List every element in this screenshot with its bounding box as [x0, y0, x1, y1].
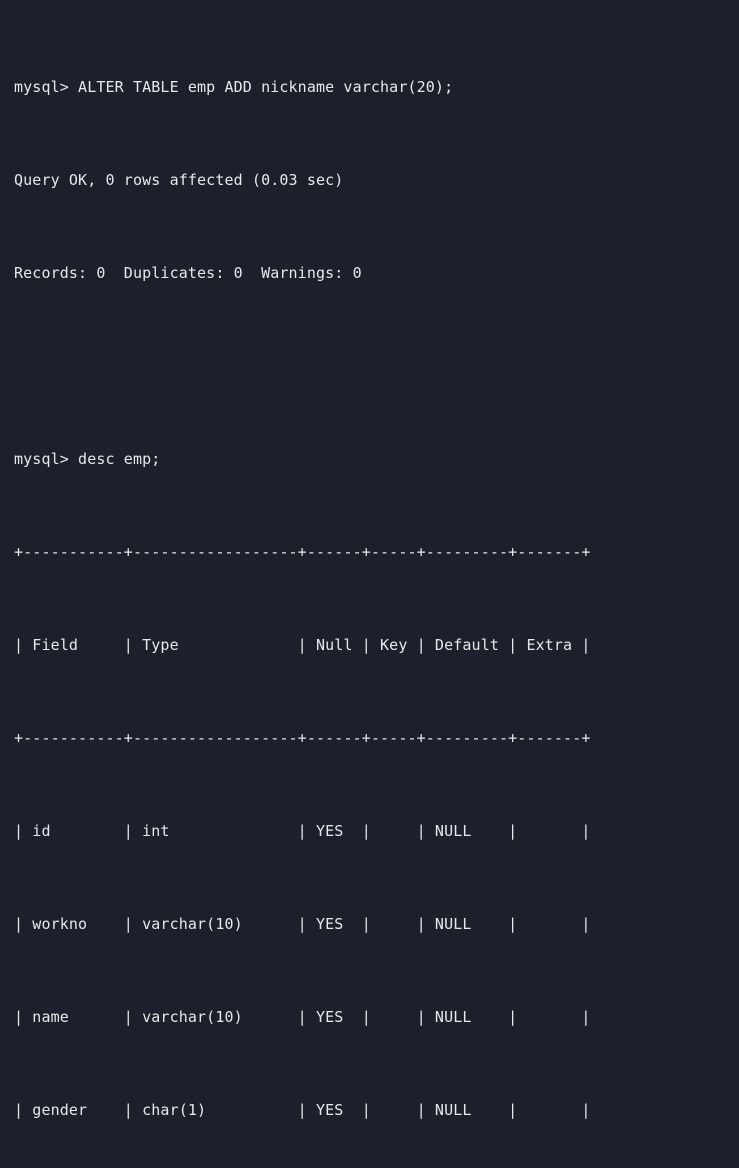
- terminal-line-query-ok: Query OK, 0 rows affected (0.03 sec): [14, 171, 344, 189]
- table-row: | id | int | YES | | NULL | |: [14, 822, 591, 840]
- table-border-header: +-----------+------------------+------+-…: [14, 729, 591, 747]
- terminal-line-desc-command: mysql> desc emp;: [14, 450, 161, 468]
- table-row: | gender | char(1) | YES | | NULL | |: [14, 1101, 591, 1119]
- terminal-output-pane[interactable]: mysql> ALTER TABLE emp ADD nickname varc…: [0, 0, 739, 1119]
- table-row: | name | varchar(10) | YES | | NULL | |: [14, 1008, 591, 1026]
- terminal-line-alter-command: mysql> ALTER TABLE emp ADD nickname varc…: [14, 78, 454, 96]
- terminal-line-records-summary: Records: 0 Duplicates: 0 Warnings: 0: [14, 264, 362, 282]
- table-header-row: | Field | Type | Null | Key | Default | …: [14, 636, 591, 654]
- table-border-top: +-----------+------------------+------+-…: [14, 543, 591, 561]
- table-row: | workno | varchar(10) | YES | | NULL | …: [14, 915, 591, 933]
